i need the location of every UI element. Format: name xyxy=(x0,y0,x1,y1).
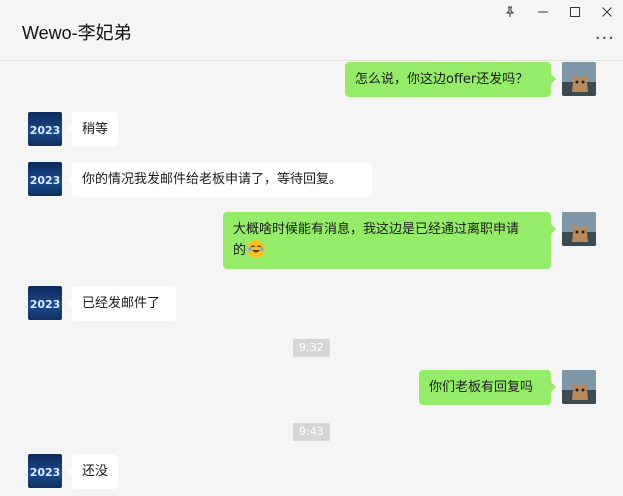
message-timestamp: 9:32 xyxy=(293,339,330,357)
minimize-icon[interactable] xyxy=(529,2,557,22)
close-icon[interactable] xyxy=(593,2,621,22)
chat-title: Wewo-李妃弟 xyxy=(22,23,132,43)
message-line: 大概啥时候能有消息，我这边是已经通过离职申请 xyxy=(233,222,520,237)
maximize-icon[interactable] xyxy=(561,2,589,22)
contact-avatar-text: 2023 xyxy=(30,174,61,187)
contact-avatar-text: 2023 xyxy=(30,298,61,311)
more-options-button[interactable]: ··· xyxy=(595,28,615,49)
message-bubble-incoming[interactable]: 稍等 xyxy=(67,112,118,147)
chat-header: Wewo-李妃弟 ··· xyxy=(0,0,623,61)
message-bubble-outgoing[interactable]: 大概啥时候能有消息，我这边是已经通过离职申请 的 xyxy=(223,212,556,269)
contact-avatar-text: 2023 xyxy=(30,124,61,137)
contact-avatar[interactable]: 2023 xyxy=(28,112,62,146)
message-line: 的 xyxy=(233,240,541,261)
message-bubble-outgoing[interactable]: 怎么说，你这边offer还发吗？ xyxy=(345,62,556,97)
contact-avatar-text: 2023 xyxy=(30,466,61,479)
contact-avatar[interactable]: 2023 xyxy=(28,162,62,196)
message-bubble-incoming[interactable]: 已经发邮件了 xyxy=(67,286,176,321)
message-text: 的 xyxy=(233,243,247,258)
self-avatar[interactable] xyxy=(562,370,596,404)
message-bubble-incoming[interactable]: 你的情况我发邮件给老板申请了，等待回复。 xyxy=(67,162,372,197)
self-avatar[interactable] xyxy=(562,62,596,96)
message-timestamp: 9:43 xyxy=(293,423,330,441)
message-bubble-outgoing[interactable]: 你们老板有回复吗 xyxy=(419,370,556,405)
self-avatar[interactable] xyxy=(562,212,596,246)
pin-icon[interactable] xyxy=(496,2,524,22)
contact-avatar[interactable]: 2023 xyxy=(28,454,62,488)
laughing-crying-face-icon xyxy=(247,240,266,258)
message-bubble-incoming[interactable]: 还没 xyxy=(67,454,118,489)
contact-avatar[interactable]: 2023 xyxy=(28,286,62,320)
